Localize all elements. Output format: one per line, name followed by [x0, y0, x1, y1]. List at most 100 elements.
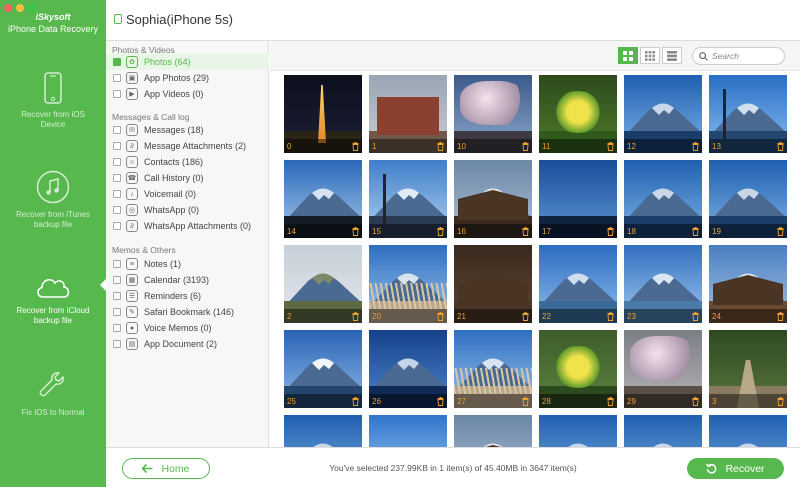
category-checkbox[interactable] [113, 260, 121, 268]
cloud-icon [37, 279, 70, 298]
photo-caption-bar [284, 139, 362, 153]
trash-icon [352, 227, 359, 236]
photo-thumbnail[interactable]: 2 [284, 245, 362, 323]
trash-icon [692, 397, 699, 406]
photo-thumbnail[interactable]: 11 [539, 75, 617, 153]
photo-thumbnail[interactable]: 16 [454, 160, 532, 238]
category-message-attachments[interactable]: ∂ Message Attachments (2) [106, 138, 269, 154]
photo-thumbnail[interactable]: 26 [369, 330, 447, 408]
device-name: Sophia(iPhone 5s) [126, 12, 233, 27]
category-checkbox[interactable] [113, 58, 121, 66]
category-whatsapp-attachments[interactable]: ∂ WhatsApp Attachments (0) [106, 218, 269, 234]
category-contacts[interactable]: ☺ Contacts (186) [106, 154, 269, 170]
photo-thumbnail[interactable]: 13 [709, 75, 787, 153]
category-checkbox[interactable] [113, 142, 121, 150]
recover-button-label: Recover [725, 462, 765, 475]
category-checkbox[interactable] [113, 340, 121, 348]
photo-thumbnail[interactable]: 14 [284, 160, 362, 238]
trash-icon [607, 397, 614, 406]
photo-thumbnail[interactable]: 27 [454, 330, 532, 408]
trash-icon [522, 227, 529, 236]
photo-thumbnail[interactable]: 17 [539, 160, 617, 238]
photo-thumbnail[interactable]: 20 [369, 245, 447, 323]
photo-thumbnail[interactable]: 18 [624, 160, 702, 238]
list-view-button[interactable] [662, 47, 682, 64]
category-messages[interactable]: ✉ Messages (18) [106, 122, 269, 138]
category-label: App Document (2) [144, 339, 218, 349]
photo-thumbnail[interactable] [709, 415, 787, 447]
category-checkbox[interactable] [113, 174, 121, 182]
notes-icon: ≡ [126, 258, 138, 270]
photo-thumbnail[interactable] [284, 415, 362, 447]
photo-thumbnail[interactable]: 10 [454, 75, 532, 153]
category-calendar[interactable]: ▦ Calendar (3193) [106, 272, 269, 288]
category-label: Message Attachments (2) [144, 141, 247, 151]
photo-thumbnail[interactable]: 12 [624, 75, 702, 153]
photo-thumbnail[interactable]: 29 [624, 330, 702, 408]
photo-thumbnail[interactable] [454, 415, 532, 447]
photo-thumbnail[interactable]: 22 [539, 245, 617, 323]
small-grid-icon [645, 50, 655, 61]
category-label: Voice Memos (0) [144, 323, 212, 333]
photo-thumbnail[interactable] [369, 415, 447, 447]
large-grid-view-button[interactable] [618, 47, 638, 64]
phone-icon [44, 72, 62, 104]
category-voicemail[interactable]: ♪ Voicemail (0) [106, 186, 269, 202]
category-checkbox[interactable] [113, 74, 121, 82]
trash-icon [607, 227, 614, 236]
category-checkbox[interactable] [113, 158, 121, 166]
photo-thumbnail[interactable]: 19 [709, 160, 787, 238]
category-checkbox[interactable] [113, 308, 121, 316]
category-app-document[interactable]: ▤ App Document (2) [106, 336, 269, 352]
photo-image [369, 415, 447, 447]
photo-thumbnail[interactable]: 21 [454, 245, 532, 323]
photo-thumbnail[interactable]: 23 [624, 245, 702, 323]
category-checkbox[interactable] [113, 324, 121, 332]
category-app-videos[interactable]: ▶ App Videos (0) [106, 86, 269, 102]
category-reminders[interactable]: ☰ Reminders (6) [106, 288, 269, 304]
trash-icon [777, 227, 784, 236]
sidebar-item-icloud-backup[interactable]: Recover from iCloud backup file [0, 272, 106, 326]
category-whatsapp[interactable]: ◎ WhatsApp (0) [106, 202, 269, 218]
photo-thumbnail[interactable]: 24 [709, 245, 787, 323]
photo-thumbnail[interactable]: 1 [369, 75, 447, 153]
category-checkbox[interactable] [113, 90, 121, 98]
photo-thumbnail[interactable]: 25 [284, 330, 362, 408]
zoom-window-button[interactable] [28, 4, 36, 12]
category-checkbox[interactable] [113, 206, 121, 214]
category-checkbox[interactable] [113, 126, 121, 134]
flowers-shape [549, 346, 607, 388]
device-icon [114, 14, 122, 24]
category-safari-bookmark[interactable]: ✎ Safari Bookmark (146) [106, 304, 269, 320]
small-grid-view-button[interactable] [640, 47, 660, 64]
sidebar-item-itunes-backup[interactable]: Recover from iTunes backup file [0, 170, 106, 230]
category-notes[interactable]: ≡ Notes (1) [106, 256, 269, 272]
category-voice-memos[interactable]: ● Voice Memos (0) [106, 320, 269, 336]
minimize-window-button[interactable] [16, 4, 24, 12]
toolbar [270, 41, 800, 71]
recover-button[interactable]: Recover [687, 458, 784, 479]
photo-thumbnail[interactable]: 3 [709, 330, 787, 408]
photo-thumbnail[interactable] [539, 415, 617, 447]
category-checkbox[interactable] [113, 276, 121, 284]
trash-icon [437, 142, 444, 151]
category-label: Reminders (6) [144, 291, 202, 301]
photo-number: 15 [372, 227, 381, 236]
category-photos[interactable]: ✿ Photos (64) [106, 54, 269, 70]
category-checkbox[interactable] [113, 292, 121, 300]
search-input[interactable] [712, 51, 780, 61]
category-app-photos[interactable]: ▣ App Photos (29) [106, 70, 269, 86]
photo-thumbnail[interactable]: 15 [369, 160, 447, 238]
sidebar-item-fix-ios[interactable]: Fix iOS to Normal [0, 370, 106, 418]
tree-shape [630, 336, 696, 380]
sidebar-item-ios-device[interactable]: Recover from iOS Device [0, 72, 106, 130]
photo-thumbnail[interactable]: 0 [284, 75, 362, 153]
close-window-button[interactable] [4, 4, 12, 12]
sidebar-item-label: Recover from iOS Device [21, 110, 85, 129]
photo-thumbnail[interactable]: 28 [539, 330, 617, 408]
category-checkbox[interactable] [113, 190, 121, 198]
photo-thumbnail[interactable] [624, 415, 702, 447]
search-box[interactable] [692, 47, 785, 65]
category-checkbox[interactable] [113, 222, 121, 230]
category-call-history[interactable]: ☎ Call History (0) [106, 170, 269, 186]
